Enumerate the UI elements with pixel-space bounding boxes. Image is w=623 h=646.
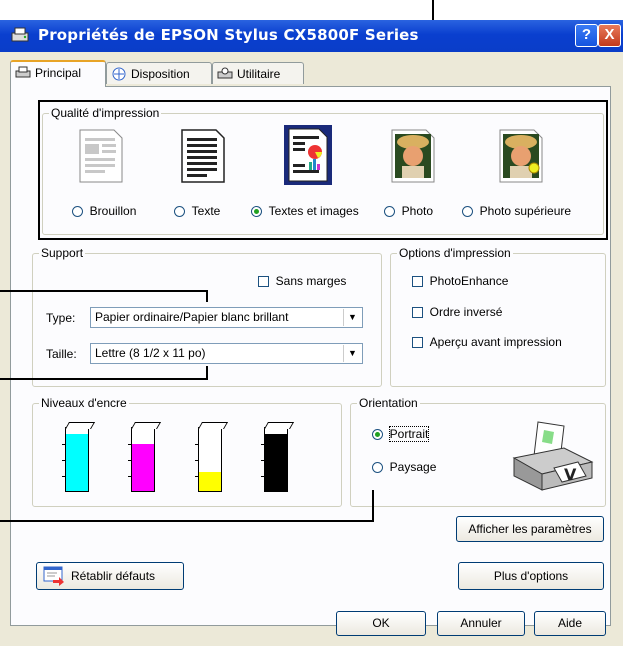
printer-tab-icon <box>15 66 31 78</box>
restore-defaults-icon <box>43 566 64 586</box>
ink-cartridge-magenta <box>128 422 162 492</box>
reverse-order-checkbox[interactable] <box>412 307 423 318</box>
print-preview-option[interactable]: Aperçu avant impression <box>412 335 562 349</box>
restore-defaults-label: Rétablir défauts <box>71 569 156 583</box>
callout-line-type-h <box>0 290 208 292</box>
tab-utilitaire[interactable]: Utilitaire <box>212 62 304 84</box>
ink-fill <box>132 443 154 491</box>
chevron-down-icon[interactable]: ▼ <box>343 309 361 326</box>
type-select[interactable]: Papier ordinaire/Papier blanc brillant ▼ <box>90 307 363 328</box>
window-title: Propriétés de EPSON Stylus CX5800F Serie… <box>38 26 419 44</box>
portrait-label: Portrait <box>388 426 430 442</box>
help-title-button[interactable]: ? <box>575 24 598 47</box>
close-button[interactable]: X <box>598 24 621 47</box>
callout-line-size-h <box>0 378 208 380</box>
quality-callout-box <box>38 100 608 240</box>
type-label: Type: <box>46 311 76 325</box>
ink-cartridge-cyan <box>62 422 96 492</box>
ink-fill <box>199 472 221 491</box>
title-bar: Propriétés de EPSON Stylus CX5800F Serie… <box>0 20 623 52</box>
print-preview-checkbox[interactable] <box>412 337 423 348</box>
borderless-option[interactable]: Sans marges <box>258 274 346 288</box>
ok-button[interactable]: OK <box>336 611 426 636</box>
ink-levels-group-label: Niveaux d'encre <box>39 396 129 410</box>
type-select-value: Papier ordinaire/Papier blanc brillant <box>95 310 289 324</box>
printer-app-icon <box>11 27 29 42</box>
print-preview-label: Aperçu avant impression <box>429 335 562 349</box>
photoenhance-checkbox[interactable] <box>412 276 423 287</box>
landscape-label: Paysage <box>389 460 437 474</box>
svg-text:V: V <box>564 465 577 484</box>
callout-line-orient-v <box>372 490 374 522</box>
cancel-button[interactable]: Annuler <box>437 611 525 636</box>
restore-defaults-button[interactable]: Rétablir défauts <box>36 562 184 590</box>
portrait-option[interactable]: Portrait <box>372 426 430 442</box>
print-options-group-label: Options d'impression <box>397 246 513 260</box>
photoenhance-option[interactable]: PhotoEnhance <box>412 274 508 288</box>
landscape-radio[interactable] <box>372 462 383 473</box>
show-settings-button[interactable]: Afficher les paramètres <box>456 516 604 542</box>
more-options-button[interactable]: Plus d'options <box>458 562 604 590</box>
utility-tab-icon <box>217 67 233 79</box>
size-select-value: Lettre (8 1/2 x 11 po) <box>95 346 206 360</box>
borderless-checkbox[interactable] <box>258 276 269 287</box>
printer-portrait-icon: V <box>512 421 594 491</box>
tab-disposition-label: Disposition <box>131 67 190 81</box>
layout-tab-icon <box>112 67 126 81</box>
portrait-radio[interactable] <box>372 429 383 440</box>
size-label: Taille: <box>46 347 77 361</box>
tab-utilitaire-label: Utilitaire <box>237 67 281 81</box>
reverse-order-label: Ordre inversé <box>429 305 503 319</box>
landscape-option[interactable]: Paysage <box>372 460 436 474</box>
borderless-label: Sans marges <box>275 274 347 288</box>
tab-principal[interactable]: Principal <box>10 60 106 87</box>
ink-fill <box>265 434 287 491</box>
photoenhance-label: PhotoEnhance <box>429 274 509 288</box>
help-button[interactable]: Aide <box>534 611 606 636</box>
reverse-order-option[interactable]: Ordre inversé <box>412 305 502 319</box>
callout-line-orient-h <box>0 520 374 522</box>
ink-cartridge-yellow <box>195 422 229 492</box>
orientation-group-label: Orientation <box>357 396 420 410</box>
support-group-label: Support <box>39 246 86 260</box>
tab-disposition[interactable]: Disposition <box>106 62 212 84</box>
ink-cartridge-black <box>261 422 295 492</box>
chevron-down-icon[interactable]: ▼ <box>343 345 361 362</box>
size-select[interactable]: Lettre (8 1/2 x 11 po) ▼ <box>90 343 363 364</box>
ink-fill <box>66 434 88 491</box>
tab-principal-label: Principal <box>35 66 82 80</box>
